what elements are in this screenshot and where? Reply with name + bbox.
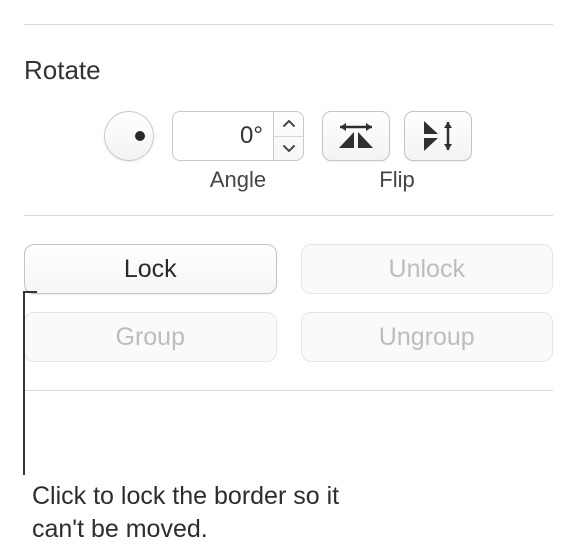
section-title-rotate: Rotate: [24, 55, 553, 86]
caption-text: Click to lock the border so it can't be …: [32, 480, 372, 545]
rotate-dial[interactable]: [104, 111, 154, 161]
flip-label: Flip: [379, 167, 414, 193]
flip-group: Flip: [322, 111, 472, 193]
divider: [24, 24, 553, 25]
flip-vertical-button[interactable]: [404, 111, 472, 161]
divider: [24, 390, 553, 391]
ungroup-button: Ungroup: [301, 312, 554, 362]
chevron-down-icon: [283, 145, 295, 152]
angle-label: Angle: [210, 167, 266, 193]
rotate-controls-row: Angle: [24, 111, 553, 193]
flip-horizontal-button[interactable]: [322, 111, 390, 161]
angle-input[interactable]: [172, 111, 274, 161]
angle-group: Angle: [172, 111, 304, 193]
group-button: Group: [24, 312, 277, 362]
button-grid: Lock Unlock Group Ungroup: [24, 244, 553, 362]
angle-step-down-button[interactable]: [274, 137, 303, 161]
flip-vertical-icon: [420, 119, 456, 153]
lock-button[interactable]: Lock: [24, 244, 277, 294]
angle-step-up-button[interactable]: [274, 112, 303, 137]
unlock-button: Unlock: [301, 244, 554, 294]
divider: [24, 215, 553, 216]
callout-leader-line: [23, 293, 25, 475]
angle-stepper: [274, 111, 304, 161]
chevron-up-icon: [283, 120, 295, 127]
flip-horizontal-icon: [336, 122, 376, 150]
